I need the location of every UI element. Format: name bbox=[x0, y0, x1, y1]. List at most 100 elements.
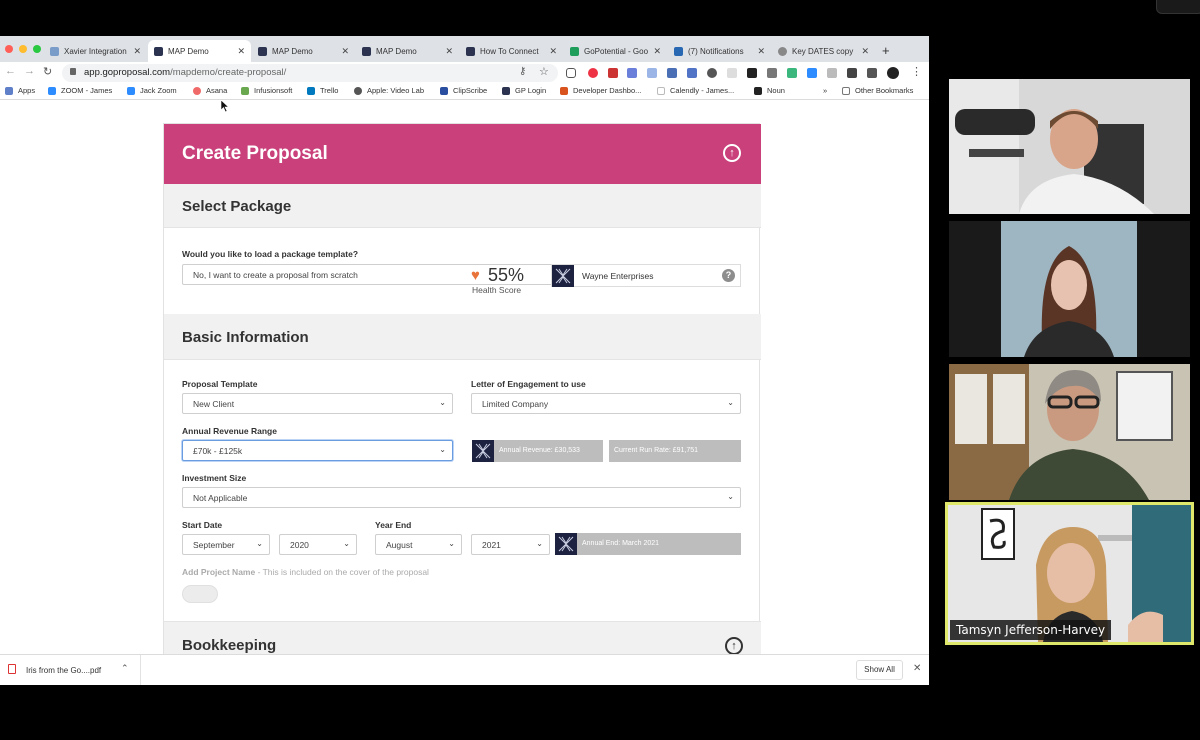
bookmark-apps[interactable]: Apps bbox=[5, 86, 35, 95]
maximize-window-button[interactable] bbox=[33, 45, 41, 53]
annual-revenue-range-select[interactable]: £70k - £125k ⌄ bbox=[182, 440, 453, 461]
start-year-select[interactable]: 2020 ⌄ bbox=[279, 534, 357, 555]
extension-icon[interactable] bbox=[747, 68, 757, 78]
close-icon[interactable]: ✕ bbox=[757, 46, 765, 57]
menu-kebab-icon[interactable]: ⋮ bbox=[911, 65, 922, 78]
video-tile-active-speaker[interactable]: Tamsyn Jefferson-Harvey bbox=[945, 502, 1194, 645]
key-icon[interactable]: ⚷ bbox=[519, 66, 526, 77]
project-name-toggle[interactable] bbox=[182, 585, 218, 603]
page-icon bbox=[657, 86, 665, 95]
extension-icon[interactable] bbox=[687, 68, 697, 78]
bookmark-clipscribe[interactable]: ClipScribe bbox=[440, 86, 487, 95]
help-icon[interactable]: ? bbox=[722, 269, 735, 282]
letter-of-engagement-select[interactable]: Limited Company ⌄ bbox=[471, 393, 741, 414]
video-tile-participant[interactable] bbox=[949, 79, 1190, 214]
reload-icon[interactable]: ↻ bbox=[43, 65, 52, 78]
annual-revenue-display: Annual Revenue: £30,533 bbox=[494, 440, 603, 462]
extension-icon[interactable] bbox=[667, 68, 677, 78]
globe-favicon-icon bbox=[778, 46, 787, 56]
download-filename[interactable]: Iris from the Go....pdf bbox=[26, 666, 101, 675]
close-icon[interactable]: ✕ bbox=[913, 663, 921, 674]
package-template-label: Would you like to load a package templat… bbox=[182, 249, 359, 259]
client-selector[interactable]: Wayne Enterprises ? bbox=[551, 264, 741, 287]
tab-map-demo-active[interactable]: MAP Demo ✕ bbox=[148, 40, 251, 62]
bookmark-developer-dashboard[interactable]: Developer Dashbo... bbox=[560, 86, 641, 95]
bookmark-label: Infusionsoft bbox=[254, 86, 293, 95]
extension-icon[interactable] bbox=[707, 68, 717, 78]
close-icon[interactable]: ✕ bbox=[341, 46, 349, 57]
close-icon[interactable]: ✕ bbox=[653, 46, 661, 57]
bookmark-zoom-james[interactable]: ZOOM - James bbox=[48, 86, 112, 95]
tab-xavier-integration[interactable]: Xavier Integration ✕ bbox=[44, 40, 147, 62]
proposal-template-select[interactable]: New Client ⌄ bbox=[182, 393, 453, 414]
participant-video bbox=[949, 221, 1190, 357]
pdf-file-icon bbox=[8, 664, 16, 674]
bookmark-asana[interactable]: Asana bbox=[193, 86, 227, 95]
map-favicon-icon bbox=[154, 46, 163, 56]
close-icon[interactable]: ✕ bbox=[133, 46, 141, 57]
avatar[interactable] bbox=[887, 67, 899, 79]
video-tile-participant[interactable] bbox=[949, 221, 1190, 357]
minimize-window-button[interactable] bbox=[19, 45, 27, 53]
extension-icon[interactable] bbox=[566, 68, 576, 78]
map-favicon-icon bbox=[362, 46, 371, 56]
chevron-up-icon[interactable]: ⌃ bbox=[121, 663, 129, 674]
show-all-button[interactable]: Show All bbox=[856, 660, 903, 680]
tab-gopotential[interactable]: GoPotential - Goo ✕ bbox=[564, 40, 667, 62]
back-icon[interactable]: ← bbox=[5, 65, 16, 77]
extension-icon[interactable] bbox=[807, 68, 817, 78]
forward-icon[interactable]: → bbox=[24, 65, 35, 77]
extension-icon[interactable] bbox=[787, 68, 797, 78]
bookmark-apple-video-lab[interactable]: Apple: Video Lab bbox=[354, 86, 424, 95]
window-control[interactable] bbox=[1156, 0, 1200, 14]
client-logo-icon bbox=[472, 440, 494, 462]
downloads-bar: Iris from the Go....pdf ⌃ Show All ✕ bbox=[0, 654, 929, 685]
bookmark-gp-login[interactable]: GP Login bbox=[502, 86, 546, 95]
extension-icon[interactable] bbox=[588, 68, 598, 78]
extension-icon[interactable] bbox=[647, 68, 657, 78]
bookmark-jack-zoom[interactable]: Jack Zoom bbox=[127, 86, 177, 95]
tab-map-demo[interactable]: MAP Demo ✕ bbox=[252, 40, 355, 62]
trello-icon bbox=[307, 86, 315, 95]
puzzle-icon[interactable] bbox=[867, 68, 877, 78]
extension-icon[interactable] bbox=[727, 68, 737, 78]
bookmark-noun[interactable]: Noun bbox=[754, 86, 785, 95]
bookmark-label: Trello bbox=[320, 86, 339, 95]
developer-icon bbox=[560, 86, 568, 95]
section-header-basic-information: Basic Information bbox=[164, 314, 761, 360]
extension-icon[interactable] bbox=[767, 68, 777, 78]
tab-map-demo[interactable]: MAP Demo ✕ bbox=[356, 40, 459, 62]
close-icon[interactable]: ✕ bbox=[861, 46, 869, 57]
start-month-select[interactable]: September ⌄ bbox=[182, 534, 270, 555]
bookmark-other[interactable]: Other Bookmarks bbox=[842, 86, 913, 95]
map-favicon-icon bbox=[258, 46, 267, 56]
close-icon[interactable]: ✕ bbox=[549, 46, 557, 57]
close-icon[interactable]: ✕ bbox=[237, 46, 245, 57]
collapse-arrow-up-icon[interactable]: ↑ bbox=[725, 637, 743, 654]
linkedin-favicon-icon bbox=[674, 46, 683, 56]
close-icon[interactable]: ✕ bbox=[445, 46, 453, 57]
tab-label: GoPotential - Goo bbox=[584, 46, 649, 56]
collapse-arrow-up-icon[interactable]: ↑ bbox=[723, 144, 741, 162]
extension-icon[interactable] bbox=[608, 68, 618, 78]
bookmark-infusionsoft[interactable]: Infusionsoft bbox=[241, 86, 292, 95]
client-logo-icon bbox=[555, 533, 577, 555]
extension-icon[interactable] bbox=[847, 68, 857, 78]
tab-key-dates[interactable]: Key DATES copy ✕ bbox=[772, 40, 875, 62]
section-title: Select Package bbox=[182, 198, 292, 215]
extension-icon[interactable] bbox=[627, 68, 637, 78]
bookmark-trello[interactable]: Trello bbox=[307, 86, 338, 95]
end-month-select[interactable]: August ⌄ bbox=[375, 534, 462, 555]
url-input[interactable]: app.goproposal.com/mapdemo/create-propos… bbox=[62, 64, 558, 82]
investment-size-select[interactable]: Not Applicable ⌄ bbox=[182, 487, 741, 508]
bookmark-calendly[interactable]: Calendly - James... bbox=[657, 86, 734, 95]
extension-icon[interactable] bbox=[827, 68, 837, 78]
tab-notifications[interactable]: (7) Notifications ✕ bbox=[668, 40, 771, 62]
close-window-button[interactable] bbox=[5, 45, 13, 53]
end-year-select[interactable]: 2021 ⌄ bbox=[471, 534, 550, 555]
star-icon[interactable]: ☆ bbox=[539, 65, 549, 78]
video-tile-participant[interactable] bbox=[949, 364, 1190, 500]
tab-how-to-connect[interactable]: How To Connect ✕ bbox=[460, 40, 563, 62]
bookmarks-overflow[interactable]: » bbox=[823, 86, 827, 95]
new-tab-button[interactable]: + bbox=[882, 43, 890, 58]
